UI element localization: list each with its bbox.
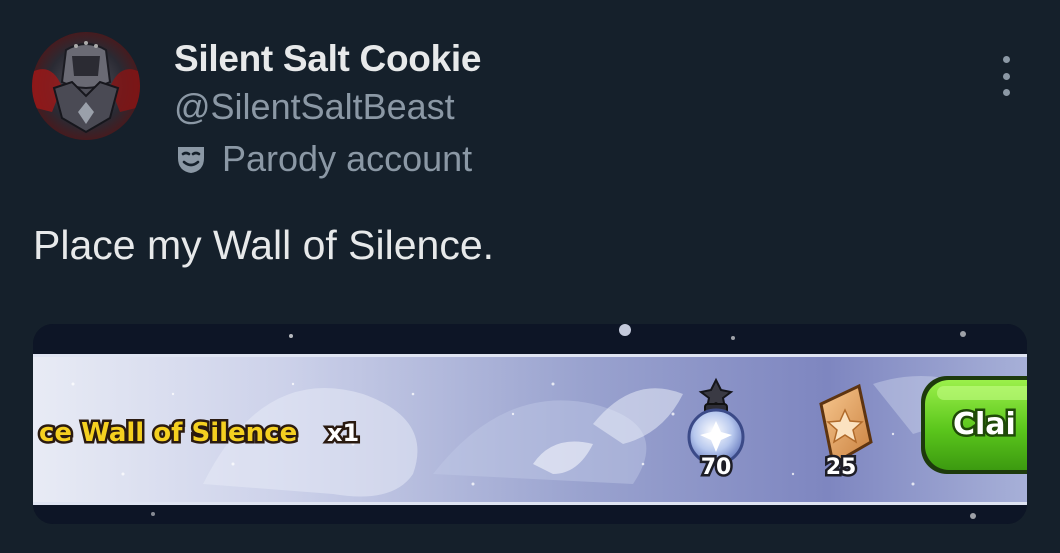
user-handle[interactable]: @SilentSaltBeast xyxy=(174,86,455,128)
more-dot xyxy=(1002,89,1010,96)
theater-mask-icon xyxy=(178,147,204,173)
star-shard-count: 25 xyxy=(826,455,857,480)
tweet-card: Silent Salt Cookie @SilentSaltBeast Paro… xyxy=(0,0,1060,553)
crystal-orb-count: 70 xyxy=(701,455,732,480)
tweet-media-image[interactable]: ce Wall of Silence x1 70 25 Clai xyxy=(33,324,1027,524)
avatar[interactable] xyxy=(32,32,140,140)
tweet-text: Place my Wall of Silence. xyxy=(33,222,495,268)
game-reward-banner: ce Wall of Silence x1 70 25 Clai xyxy=(33,324,1027,524)
display-name[interactable]: Silent Salt Cookie xyxy=(174,38,481,80)
parody-account-label: Parody account xyxy=(222,138,473,179)
avatar-image xyxy=(32,32,140,140)
reward-quantity-text: x1 xyxy=(327,419,359,447)
account-label: Parody account xyxy=(174,138,472,180)
reward-name-text: ce Wall of Silence xyxy=(39,418,297,448)
more-vertical-icon xyxy=(1002,56,1010,63)
claim-button-label: Clai xyxy=(953,407,1016,442)
more-dot xyxy=(1002,72,1010,80)
more-options-button[interactable] xyxy=(990,56,1022,96)
